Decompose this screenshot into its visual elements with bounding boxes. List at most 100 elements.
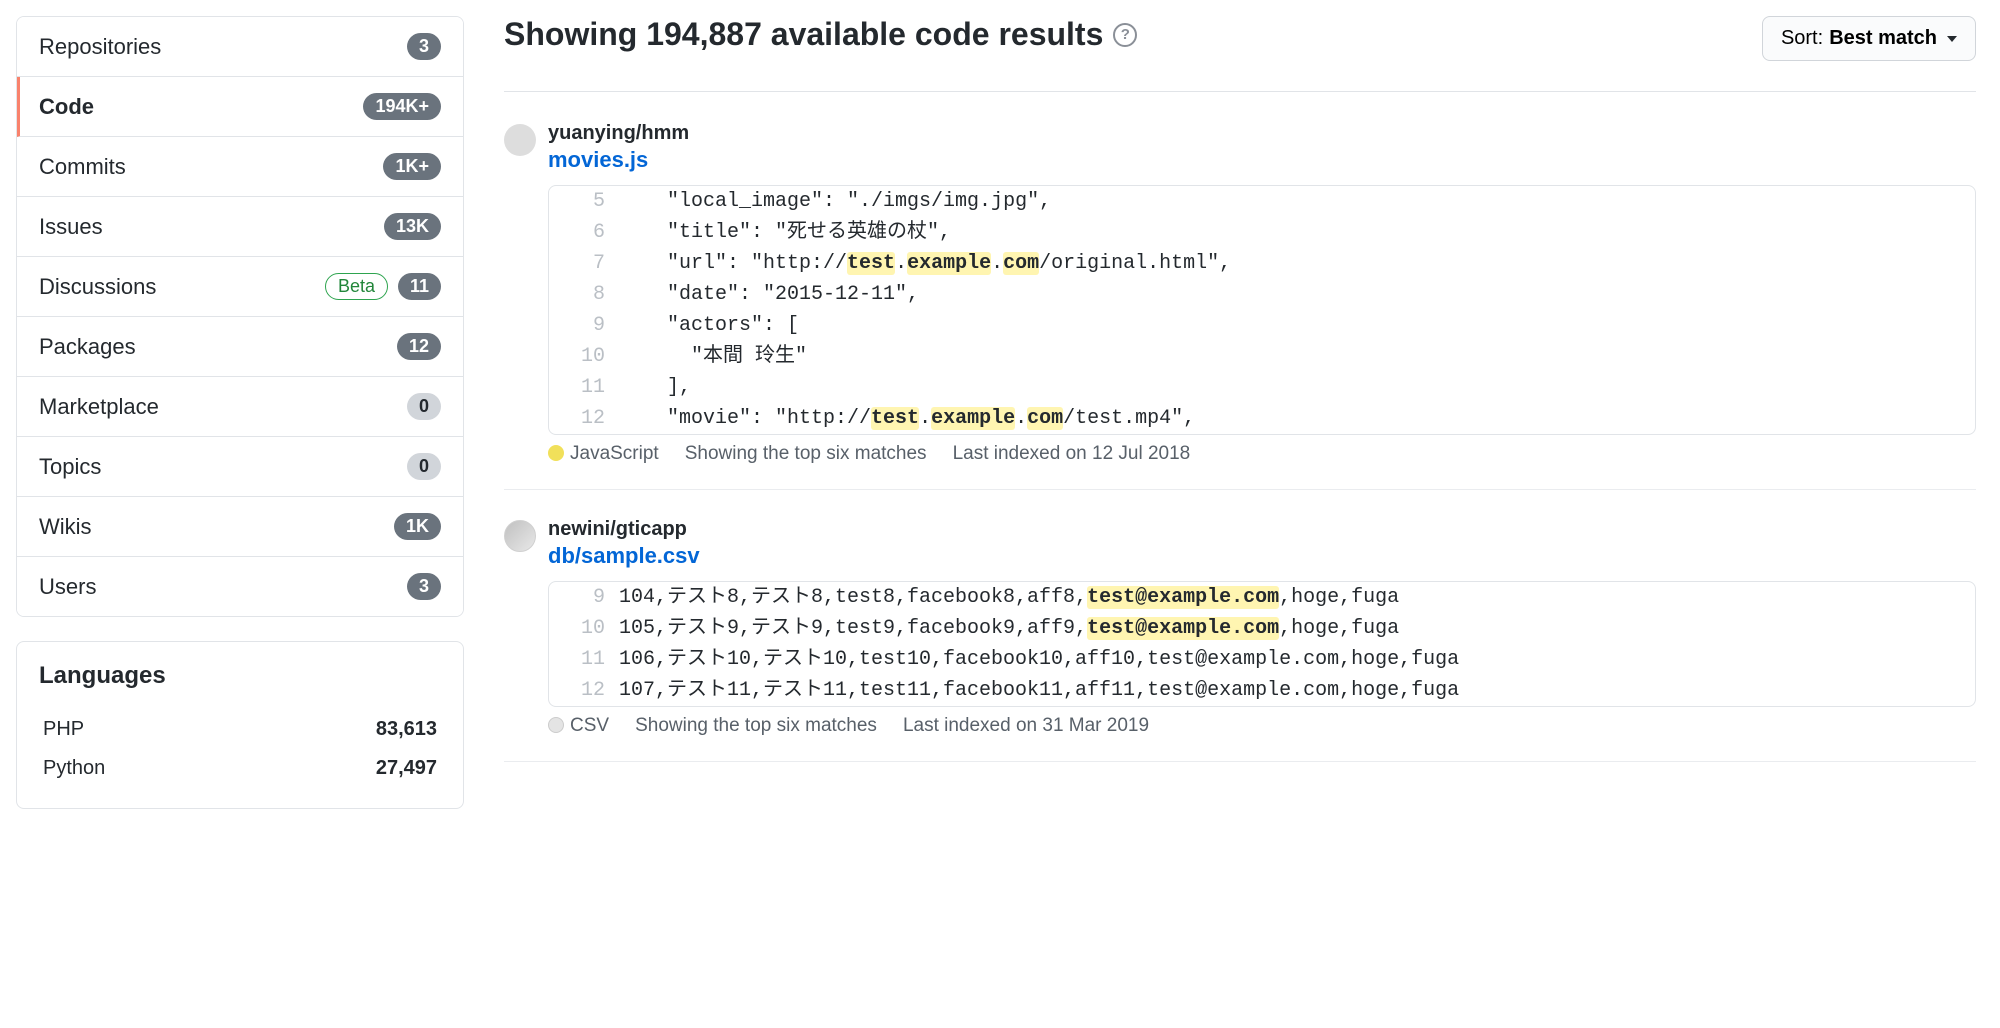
sidebar-item-packages[interactable]: Packages12	[17, 317, 463, 377]
sidebar-item-label: Repositories	[39, 34, 161, 60]
sidebar-item-code[interactable]: Code194K+	[17, 77, 463, 137]
highlight: test	[871, 407, 919, 430]
avatar[interactable]	[504, 124, 536, 156]
language-filter-python[interactable]: Python 27,497	[39, 749, 441, 788]
highlight: test	[847, 252, 895, 275]
file-link[interactable]: movies.js	[548, 147, 689, 173]
code-line: 9 "actors": [	[549, 310, 1975, 341]
file-link[interactable]: db/sample.csv	[548, 543, 700, 569]
count-badge: 1K+	[383, 153, 441, 180]
beta-badge: Beta	[325, 273, 388, 300]
code-content: 104,テスト8,テスト8,test8,facebook8,aff8,test@…	[619, 582, 1415, 613]
language-filter-php[interactable]: PHP 83,613	[39, 710, 441, 749]
line-number: 9	[549, 582, 619, 613]
code-snippet[interactable]: 5 "local_image": "./imgs/img.jpg",6 "tit…	[548, 185, 1976, 435]
line-number: 8	[549, 279, 619, 310]
line-number: 12	[549, 675, 619, 706]
sidebar-item-marketplace[interactable]: Marketplace0	[17, 377, 463, 437]
sort-prefix: Sort:	[1781, 27, 1823, 50]
code-content: "date": "2015-12-11",	[619, 279, 935, 310]
sidebar-item-discussions[interactable]: Discussions Beta 11	[17, 257, 463, 317]
sort-button[interactable]: Sort: Best match	[1762, 16, 1976, 61]
code-content: 105,テスト9,テスト9,test9,facebook9,aff9,test@…	[619, 613, 1415, 644]
language-badge: CSV	[548, 715, 609, 737]
sidebar-item-label: Users	[39, 574, 96, 600]
sidebar-item-issues[interactable]: Issues 13K	[17, 197, 463, 257]
info-icon[interactable]: ?	[1113, 23, 1137, 47]
highlight: com	[1027, 407, 1063, 430]
sidebar-item-label: Wikis	[39, 514, 92, 540]
highlight: example	[931, 407, 1015, 430]
language-name: Python	[43, 757, 105, 780]
line-number: 7	[549, 248, 619, 279]
count-badge: 0	[407, 453, 441, 480]
sidebar-item-label: Discussions	[39, 274, 156, 300]
result-meta: CSV Showing the top six matches Last index…	[548, 715, 1976, 737]
language-dot-icon	[548, 717, 564, 733]
sidebar-item-label: Issues	[39, 214, 103, 240]
language-count: 83,613	[376, 718, 437, 741]
code-content: "url": "http://test.example.com/original…	[619, 248, 1247, 279]
line-number: 10	[549, 613, 619, 644]
highlight: test@example.com	[1087, 617, 1279, 640]
count-badge: 12	[397, 333, 441, 360]
count-badge: 3	[407, 33, 441, 60]
results-heading: Showing 194,887 available code results ?	[504, 16, 1137, 53]
sidebar-item-wikis[interactable]: Wikis 1K	[17, 497, 463, 557]
code-content: "local_image": "./imgs/img.jpg",	[619, 186, 1067, 217]
sidebar-item-topics[interactable]: Topics0	[17, 437, 463, 497]
code-content: "movie": "http://test.example.com/test.m…	[619, 403, 1211, 434]
code-line: 12107,テスト11,テスト11,test11,facebook11,aff1…	[549, 675, 1975, 706]
search-result: newini/gticappdb/sample.csv 9104,テスト8,テスト…	[504, 518, 1976, 762]
code-line: 9104,テスト8,テスト8,test8,facebook8,aff8,test…	[549, 582, 1975, 613]
results-header: Showing 194,887 available code results ?…	[504, 16, 1976, 92]
language-count: 27,497	[376, 757, 437, 780]
language-badge: JavaScript	[548, 443, 659, 465]
code-content: "title": "死せる英雄の杖",	[619, 217, 967, 248]
avatar[interactable]	[504, 520, 536, 552]
repo-link[interactable]: yuanying/hmm	[548, 122, 689, 145]
line-number: 11	[549, 644, 619, 675]
indexed-date: Last indexed on 12 Jul 2018	[953, 443, 1191, 465]
sidebar-item-label: Marketplace	[39, 394, 159, 420]
count-badge: 1K	[394, 513, 441, 540]
code-content: "actors": [	[619, 310, 815, 341]
line-number: 6	[549, 217, 619, 248]
line-number: 5	[549, 186, 619, 217]
line-number: 10	[549, 341, 619, 372]
filter-menu: Repositories 3 Code194K+ Commits 1K+ Issues 13…	[16, 16, 464, 617]
code-content: "本間 玲生"	[619, 341, 823, 372]
sidebar-item-commits[interactable]: Commits 1K+	[17, 137, 463, 197]
match-count-text: Showing the top six matches	[685, 443, 927, 465]
results-heading-text: Showing 194,887 available code results	[504, 16, 1103, 53]
sidebar-item-users[interactable]: Users 3	[17, 557, 463, 616]
count-badge: 11	[398, 273, 441, 300]
highlight: test@example.com	[1087, 586, 1279, 609]
sidebar-item-repositories[interactable]: Repositories 3	[17, 17, 463, 77]
line-number: 11	[549, 372, 619, 403]
code-content: ],	[619, 372, 707, 403]
code-snippet[interactable]: 9104,テスト8,テスト8,test8,facebook8,aff8,test…	[548, 581, 1976, 707]
highlight: example	[907, 252, 991, 275]
repo-link[interactable]: newini/gticapp	[548, 518, 700, 541]
match-count-text: Showing the top six matches	[635, 715, 877, 737]
main-content: Showing 194,887 available code results ?…	[480, 0, 2000, 825]
sidebar-item-label: Commits	[39, 154, 126, 180]
count-badge: 3	[407, 573, 441, 600]
count-badge: 13K	[384, 213, 441, 240]
code-content: 107,テスト11,テスト11,test11,facebook11,aff11,…	[619, 675, 1475, 706]
highlight: com	[1003, 252, 1039, 275]
language-dot-icon	[548, 445, 564, 461]
sidebar: Repositories 3 Code194K+ Commits 1K+ Issues 13…	[0, 0, 480, 825]
code-content: 106,テスト10,テスト10,test10,facebook10,aff10,…	[619, 644, 1475, 675]
language-name: PHP	[43, 718, 84, 741]
chevron-down-icon	[1947, 36, 1957, 42]
code-line: 10105,テスト9,テスト9,test9,facebook9,aff9,tes…	[549, 613, 1975, 644]
sort-value: Best match	[1829, 27, 1937, 50]
code-line: 8 "date": "2015-12-11",	[549, 279, 1975, 310]
sidebar-item-label: Code	[39, 94, 94, 120]
code-line: 5 "local_image": "./imgs/img.jpg",	[549, 186, 1975, 217]
code-line: 7 "url": "http://test.example.com/origin…	[549, 248, 1975, 279]
indexed-date: Last indexed on 31 Mar 2019	[903, 715, 1149, 737]
code-line: 10 "本間 玲生"	[549, 341, 1975, 372]
